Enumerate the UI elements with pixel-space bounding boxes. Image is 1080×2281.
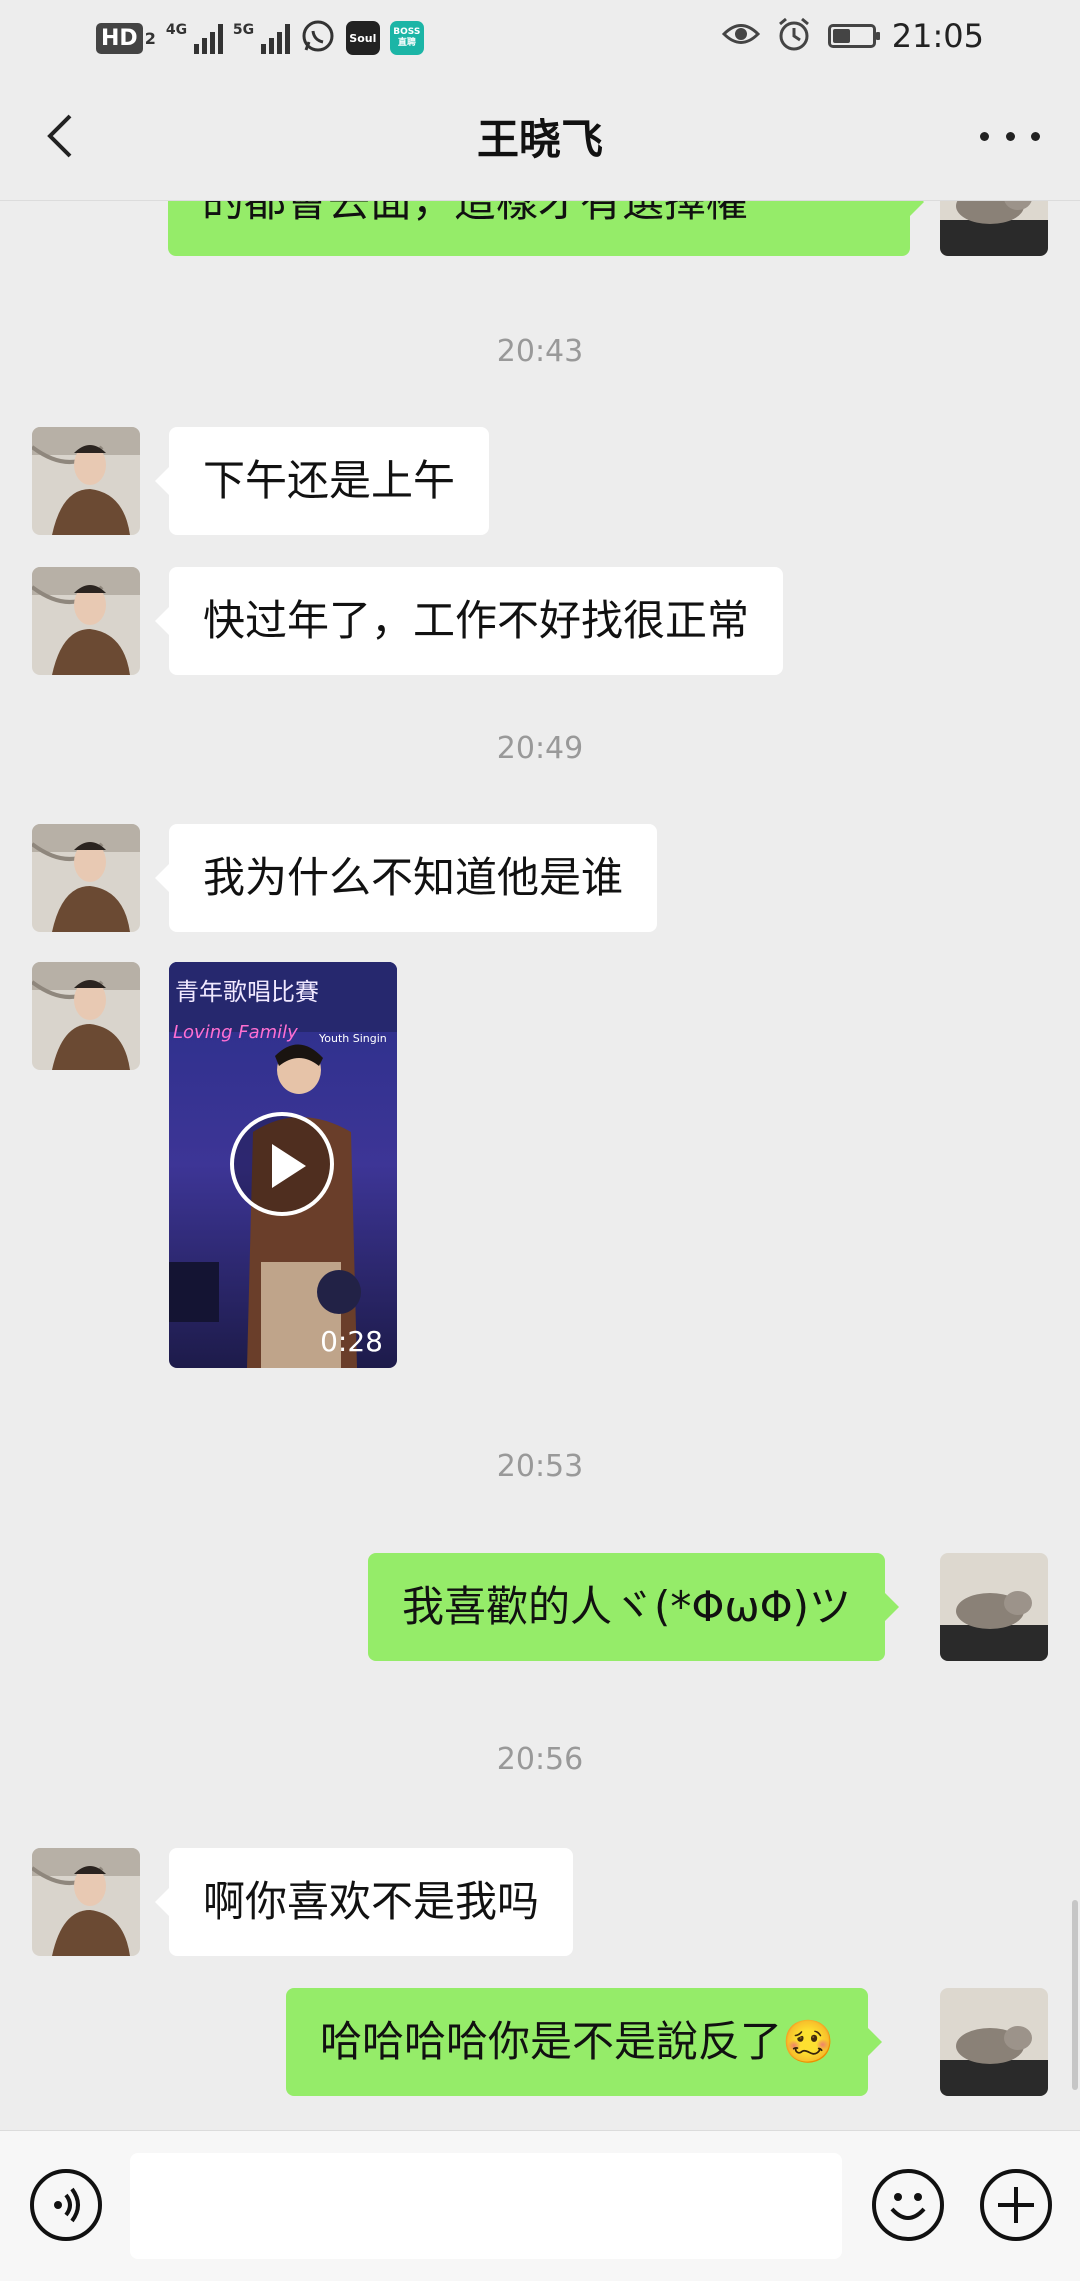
contact-avatar[interactable]	[32, 824, 140, 932]
battery-icon	[827, 24, 880, 48]
video-message[interactable]: 青年歌唱比賽 Loving Family Youth Singin 0:28	[169, 962, 397, 1368]
message-bubble-incoming[interactable]: 我为什么不知道他是谁	[154, 824, 658, 932]
signal-5g-label: 5G	[232, 22, 255, 38]
message-bubble-outgoing[interactable]: 哈哈哈哈你是不是說反了🥴	[286, 1988, 883, 2096]
message-text: 我为什么不知道他是谁	[203, 853, 624, 902]
clock: 21:05	[891, 17, 984, 55]
message-text: 我喜歡的人ヾ(*ΦωΦ)ツ	[402, 1582, 852, 1631]
more-functions-button[interactable]	[980, 2169, 1052, 2241]
message-text: 哈哈哈哈你是不是說反了	[320, 2017, 783, 2066]
status-left: HD 2 4G 5G Soul BOSS直聘	[96, 18, 424, 58]
message-bubble-incoming[interactable]: 快过年了，工作不好找很正常	[154, 567, 784, 675]
message-list[interactable]: 的都會去面，這樣才有選擇權 20:43 下午还是上午 快过年了，工作不好找很正常…	[0, 200, 1080, 2130]
message-bubble-outgoing[interactable]: 的都會去面，這樣才有選擇權	[168, 200, 924, 256]
contact-avatar[interactable]	[32, 1848, 140, 1956]
boss-app-icon: BOSS直聘	[389, 21, 424, 55]
my-avatar[interactable]	[940, 200, 1048, 256]
status-bar: HD 2 4G 5G Soul BOSS直聘 21:05	[0, 0, 1080, 72]
eye-icon	[721, 19, 760, 53]
plus-icon	[998, 2187, 1034, 2223]
my-avatar[interactable]	[940, 1553, 1048, 1661]
video-banner-title: 青年歌唱比賽	[175, 978, 319, 1006]
video-banner-subtitle-2: Youth Singin	[318, 1032, 387, 1045]
emoji-button[interactable]	[872, 2169, 944, 2241]
voice-icon	[54, 2187, 80, 2223]
status-right: 21:05	[721, 16, 984, 56]
my-avatar[interactable]	[940, 1988, 1048, 2096]
message-bubble-incoming[interactable]: 啊你喜欢不是我吗	[154, 1848, 574, 1956]
message-text: 啊你喜欢不是我吗	[203, 1877, 540, 1926]
timestamp: 20:49	[496, 731, 584, 766]
signal-4g-label: 4G	[165, 22, 188, 38]
signal-4g-icon: 4G	[166, 22, 223, 54]
voice-button[interactable]	[30, 2169, 102, 2241]
hd-sub: 2	[144, 28, 156, 48]
message-text: 的都會去面，這樣才有選擇權	[202, 200, 749, 226]
video-duration: 0:28	[320, 1325, 383, 1358]
contact-avatar[interactable]	[32, 427, 140, 535]
chat-header: 王晓飞	[0, 72, 1080, 201]
message-input[interactable]	[130, 2153, 842, 2259]
alarm-icon	[776, 16, 812, 56]
contact-avatar[interactable]	[32, 567, 140, 675]
whatsapp-icon	[300, 18, 336, 58]
message-bubble-outgoing[interactable]: 我喜歡的人ヾ(*ΦωΦ)ツ	[368, 1553, 900, 1661]
input-bar	[0, 2130, 1080, 2281]
message-text: 下午还是上午	[203, 456, 456, 505]
woozy-face-emoji: 🥴	[782, 2017, 835, 2066]
signal-5g-icon: 5G	[233, 22, 290, 54]
emoji-icon	[890, 2193, 926, 2220]
contact-avatar[interactable]	[32, 962, 140, 1070]
message-bubble-incoming[interactable]: 下午还是上午	[154, 427, 490, 535]
chat-title: 王晓飞	[476, 115, 603, 164]
timestamp: 20:43	[496, 334, 584, 369]
more-dots-icon	[980, 131, 989, 141]
video-banner-subtitle: Loving Family	[173, 1022, 298, 1043]
battery-level	[832, 29, 850, 43]
timestamp: 20:56	[496, 1742, 584, 1777]
more-button[interactable]	[980, 112, 1040, 160]
timestamp: 20:53	[496, 1449, 584, 1484]
play-icon[interactable]	[230, 1112, 334, 1216]
message-text: 快过年了，工作不好找很正常	[203, 596, 750, 645]
soul-app-icon: Soul	[345, 21, 380, 55]
hd-badge: HD	[96, 22, 143, 54]
scrollbar[interactable]	[1072, 1900, 1078, 2090]
